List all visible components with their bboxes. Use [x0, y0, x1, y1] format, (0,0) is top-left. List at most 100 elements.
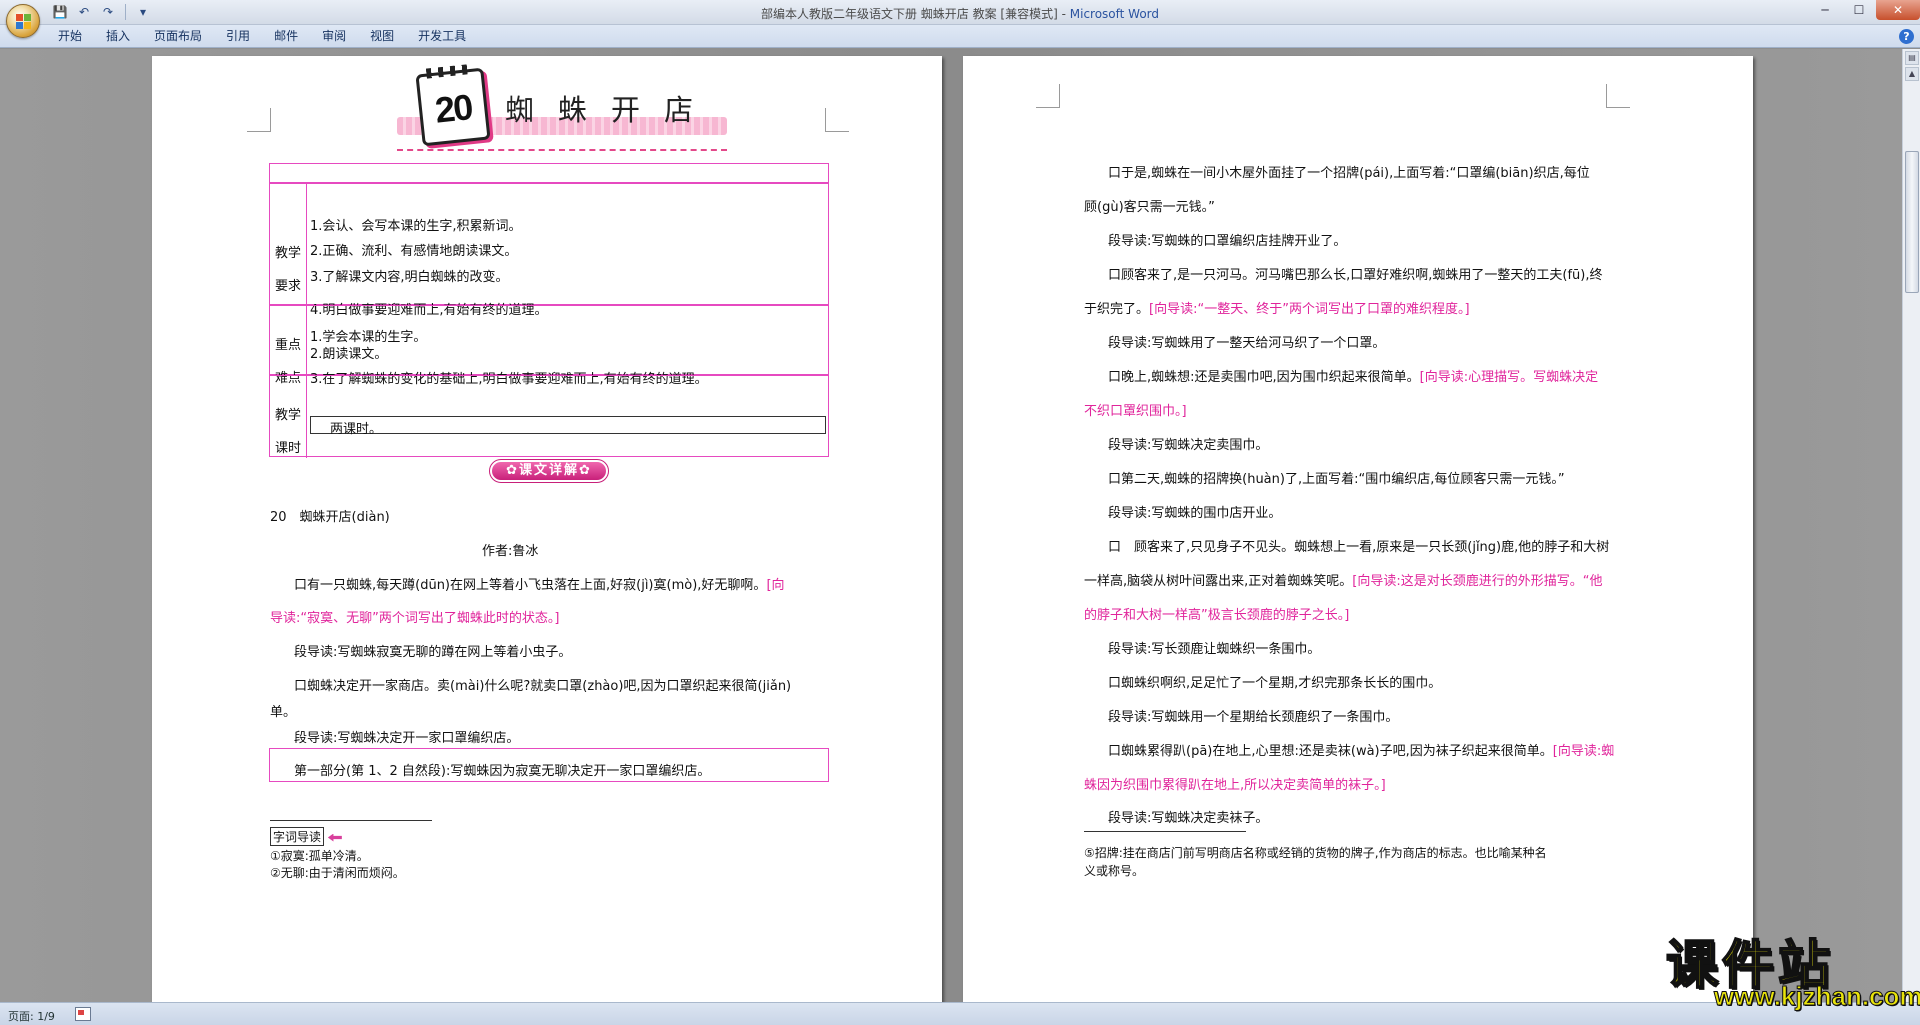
summary-text: 第一部分(第 1、2 自然段):写蜘蛛因为寂寞无聊决定开一家口罩编织店。 [294, 764, 711, 779]
tab-home[interactable]: 开始 [46, 25, 94, 48]
paragraph-text: 织完了。 [1097, 302, 1150, 317]
maximize-button[interactable]: ☐ [1842, 0, 1876, 20]
goal-item: 1.会认、会写本课的生字,积累新词。 [310, 219, 522, 234]
paragraph-9: 口蜘蛛织啊织,足足忙了一个星期,才织完那条长长的围巾。 [1108, 676, 1442, 691]
pointer-arrow-icon [327, 833, 342, 842]
footnote: 义或称号。 [1084, 864, 1145, 878]
footnote: ⑤招牌:挂在商店门前写明商店名称或经销的货物的牌子,作为商店的标志。也比喻某种名 [1084, 846, 1547, 860]
tab-references[interactable]: 引用 [214, 25, 262, 48]
segment-guide: 段导读:写长颈鹿让蜘蛛织一条围巾。 [1108, 642, 1321, 657]
lesson-title: 蜘蛛开店 [505, 93, 718, 127]
segment-guide: 段导读:写蜘蛛决定卖围巾。 [1108, 438, 1269, 453]
paragraph-4-cont: 顾(gù)客只需一元钱。” [1084, 196, 1215, 215]
paragraph-10: 口蜘蛛累得趴(pā)在地上,心里想:还是卖袜(wà)子吧,因为袜子织起来很简单。… [1108, 740, 1614, 759]
paragraph-6: 口晚上,蜘蛛想:还是卖围巾吧,因为围巾织起来很简单。[向导读:心理描写。写蜘蛛决… [1108, 366, 1598, 385]
paragraph-text: 口蜘蛛累得趴(pā)在地上,心里想:还是卖袜(wà)子吧,因为袜子织起来很简单。 [1108, 744, 1553, 759]
footnote-rule [270, 820, 432, 821]
guide-note: [向 [766, 578, 785, 593]
guide-note: [向导读:“一整天、终于”两个词写出了口罩的难织程度。] [1149, 302, 1470, 317]
page-count[interactable]: 页面: 1/9 [8, 1008, 55, 1024]
segment-guide: 段导读:写蜘蛛的围巾店开业。 [1108, 506, 1282, 521]
segment-guide: 段导读:写蜘蛛用一个星期给长颈鹿织了一条围巾。 [1108, 710, 1399, 725]
paragraph-text: 啊。 [740, 578, 767, 593]
calendar-number-icon: 20 [415, 63, 491, 147]
table-top-row [269, 163, 829, 183]
guide-note: 的脖子和大树一样高”极言长颈鹿的脖子之长。] [1084, 608, 1350, 623]
table-hours [269, 375, 829, 458]
header-dashed-line [397, 149, 727, 151]
paragraph-text: 顾(gù)客 [1084, 200, 1137, 215]
document-page-1[interactable]: 20 蜘蛛开店 教学 要求 1.会认、会写本课的生字,积累新词。 2.正确、流利… [152, 56, 942, 1002]
paragraph-text: 口晚上,蜘蛛想:还是卖围巾吧,因为围巾织起来很简单。 [1108, 370, 1420, 385]
footnote-heading: 字词导读 [270, 827, 342, 846]
goals-label-2: 要求 [275, 279, 302, 294]
hours-cell [310, 416, 826, 434]
proofing-icon[interactable] [75, 1007, 91, 1021]
tab-view[interactable]: 视图 [358, 25, 406, 48]
scroll-up-icon[interactable]: ▲ [1905, 67, 1919, 81]
paragraph-text: 于 [1084, 302, 1098, 317]
document-page-2[interactable]: 口于是,蜘蛛在一间小木屋外面挂了一个招牌(pái),上面写着:“口罩编(biān… [963, 56, 1753, 1002]
key-item: 2.朗读课文。 [310, 347, 388, 362]
scroll-thumb[interactable] [1905, 151, 1919, 293]
guide-note: 不织口罩织围巾。] [1084, 404, 1187, 419]
paragraph-text: 口蜘蛛决定 [294, 679, 360, 694]
segment-guide: 段导读:写蜘蛛用了一整天给河马织了一个口罩。 [1108, 336, 1386, 351]
office-button[interactable] [6, 4, 40, 38]
section-banner: ✿课文详解✿ [489, 459, 609, 483]
hours-label-2: 课时 [275, 441, 302, 456]
guide-note: [向导读:蜘 [1552, 744, 1615, 759]
hours-value: 两课时。 [330, 422, 383, 437]
tab-review[interactable]: 审阅 [310, 25, 358, 48]
paragraph-text: 口有一只蜘蛛,每天蹲(dūn)在网上等着小飞虫落在上面,好寂(jì)寞(mò) [294, 578, 698, 593]
document-title: 部编本人教版二年级语文下册 蜘蛛开店 教案 [兼容模式] - [760, 7, 1070, 21]
tab-mailings[interactable]: 邮件 [262, 25, 310, 48]
goal-item: 2.正确、流利、有感情地朗读课文。 [310, 244, 518, 259]
paragraph-3: 口蜘蛛决定开一家商店。卖(mài)什么呢?就卖口罩(zhào)吧,因为口罩织起来… [294, 675, 791, 694]
tab-page-layout[interactable]: 页面布局 [142, 25, 214, 48]
paragraph-text: 。 [283, 705, 297, 720]
segment-guide: 段导读:写蜘蛛决定开一家口罩编织店。 [294, 731, 520, 746]
ruler-toggle-icon[interactable]: ▤ [1905, 51, 1919, 65]
paragraph-text: 一样高,脑袋从树叶间露出来,正对着蜘蛛笑呢。 [1084, 574, 1353, 589]
lesson-number: 20 [433, 86, 474, 131]
guide-note: 蛛因为织围巾累得趴在地上,所以决定卖简单的袜子。] [1084, 778, 1386, 793]
guide-note: [向导读:这是对长颈鹿进行的外形描写。“他 [1352, 574, 1603, 589]
paragraph-7: 口第二天,蜘蛛的招牌换(huàn)了,上面写着:“围巾编织店,每位顾客只需一元钱… [1108, 472, 1565, 487]
vertical-scrollbar[interactable]: ▤ ▲ [1902, 49, 1920, 1002]
close-button[interactable]: ✕ [1876, 0, 1920, 20]
status-bar: 页面: 1/9 [0, 1002, 1920, 1025]
app-name: Microsoft Word [1069, 7, 1160, 21]
paragraph-5: 口顾客来了,是一只河马。河马嘴巴那么长,口罩好难织啊,蜘蛛用了一整天的工夫(fū… [1108, 268, 1603, 283]
paragraph-4: 口于是,蜘蛛在一间小木屋外面挂了一个招牌(pái),上面写着:“口罩编(biān… [1108, 162, 1590, 181]
minimize-button[interactable]: ─ [1808, 0, 1842, 20]
hours-label-1: 教学 [275, 408, 302, 423]
tab-insert[interactable]: 插入 [94, 25, 142, 48]
segment-guide: 段导读:写蜘蛛决定卖袜子。 [1108, 811, 1269, 826]
key-label-1: 重点 [275, 338, 302, 353]
paragraph-text: ,好无聊 [697, 578, 741, 593]
goals-label-1: 教学 [275, 246, 302, 261]
paragraph-text: 单 [270, 705, 284, 720]
table-divider [306, 376, 307, 458]
crop-mark [825, 108, 849, 132]
paragraph-text: ,上面写着:“口罩编(biān)织店,每位 [1389, 166, 1590, 181]
help-icon[interactable]: ? [1899, 29, 1914, 44]
author-line: 作者:鲁冰 [482, 544, 539, 559]
tab-developer[interactable]: 开发工具 [406, 25, 478, 48]
guide-note: [向导读:心理描写。写蜘蛛决定 [1419, 370, 1599, 385]
document-workspace[interactable]: 20 蜘蛛开店 教学 要求 1.会认、会写本课的生字,积累新词。 2.正确、流利… [0, 49, 1902, 1002]
crop-mark [247, 108, 271, 132]
goal-item: 3.了解课文内容,明白蜘蛛的改变。 [310, 270, 509, 285]
footnote: ①寂寞:孤单冷清。 [270, 849, 369, 863]
office-logo-icon [16, 14, 32, 30]
segment-guide: 段导读:写蜘蛛寂寞无聊的蹲在网上等着小虫子。 [294, 645, 572, 660]
segment-guide: 段导读:写蜘蛛的口罩编织店挂牌开业了。 [1108, 234, 1347, 249]
paragraph-3-cont: 单。 [270, 701, 296, 720]
lesson-header: 20 蜘蛛开店 [397, 63, 727, 151]
calendar-rings-icon [425, 63, 473, 79]
footnote: ②无聊:由于清闲而烦闷。 [270, 866, 405, 880]
ribbon-tabs: 开始 插入 页面布局 引用 邮件 审阅 视图 开发工具 [46, 25, 478, 48]
footnote-heading-label: 字词导读 [270, 827, 325, 846]
crop-mark [1036, 84, 1060, 108]
